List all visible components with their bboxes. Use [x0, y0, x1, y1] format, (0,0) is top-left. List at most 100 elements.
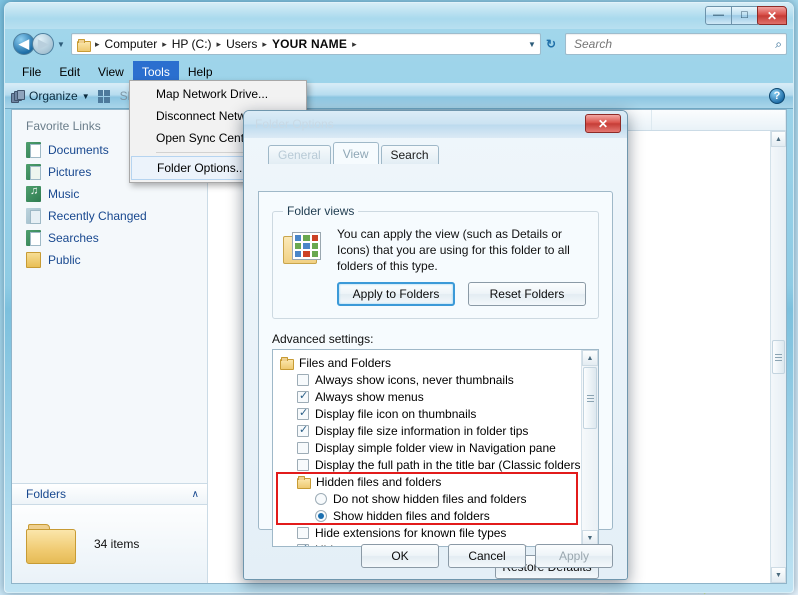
- folder-views-icon: [283, 230, 325, 270]
- sidebar-item-label: Recently Changed: [48, 209, 147, 223]
- menu-view[interactable]: View: [89, 61, 133, 83]
- search-box[interactable]: ⌕: [565, 33, 787, 55]
- scrollbar-grip: [586, 394, 594, 402]
- search-input[interactable]: [572, 36, 776, 52]
- list-item-label: Hidden files and folders: [316, 474, 442, 489]
- scrollbar-track[interactable]: [582, 430, 598, 530]
- advanced-settings-listbox[interactable]: Files and Folders Always show icons, nev…: [272, 349, 599, 547]
- list-item-label: Hide extensions for known file types: [315, 525, 507, 540]
- menu-item-map-network-drive[interactable]: Map Network Drive...: [130, 83, 306, 105]
- list-item-label: Always show menus: [315, 389, 424, 404]
- advanced-settings-scrollbar[interactable]: ▲ ▼: [581, 350, 598, 546]
- tab-general[interactable]: General: [268, 145, 331, 164]
- status-bar: 34 items: [12, 505, 207, 583]
- ok-button[interactable]: OK: [361, 544, 439, 568]
- list-item-label: Display the full path in the title bar (…: [315, 457, 599, 472]
- scroll-up-arrow[interactable]: ▲: [582, 350, 598, 366]
- list-item-display-file-icon-on-thumbnails[interactable]: Display file icon on thumbnails: [273, 405, 581, 422]
- list-item-display-full-path-in-title-bar[interactable]: Display the full path in the title bar (…: [273, 456, 598, 473]
- checkbox[interactable]: [297, 441, 309, 454]
- views-icon: [97, 89, 112, 103]
- breadcrumb-separator: ▸: [162, 38, 167, 49]
- minimize-button[interactable]: —: [705, 6, 732, 25]
- scroll-down-arrow[interactable]: ▼: [771, 567, 786, 583]
- window-titlebar: — □ ✕: [5, 3, 793, 29]
- scroll-up-arrow[interactable]: ▲: [771, 131, 786, 147]
- window-controls: — □ ✕: [705, 6, 787, 25]
- list-item-label: Files and Folders: [299, 355, 392, 370]
- advanced-settings-list: Files and Folders Always show icons, nev…: [273, 350, 598, 546]
- apply-to-folders-button[interactable]: Apply to Folders: [337, 282, 455, 306]
- breadcrumb-separator: ▸: [352, 38, 357, 49]
- breadcrumb-separator: ▸: [216, 38, 222, 49]
- sidebar-item-public[interactable]: Public: [12, 249, 207, 271]
- folder-icon: [280, 357, 294, 370]
- breadcrumb-users[interactable]: Users: [224, 37, 259, 51]
- scrollbar-thumb[interactable]: [583, 367, 597, 429]
- advanced-settings-label: Advanced settings:: [272, 332, 374, 346]
- menu-edit[interactable]: Edit: [50, 61, 89, 83]
- folders-label: Folders: [26, 487, 67, 501]
- checkbox[interactable]: [297, 458, 309, 471]
- address-dropdown-icon[interactable]: ▼: [524, 40, 540, 49]
- list-item-group-hidden-files-and-folders[interactable]: Hidden files and folders: [273, 473, 581, 490]
- scrollbar-track[interactable]: [771, 147, 786, 339]
- help-icon[interactable]: ?: [769, 88, 785, 104]
- checkbox[interactable]: [297, 423, 309, 437]
- maximize-button[interactable]: □: [731, 6, 758, 25]
- breadcrumb-separator: ▸: [262, 38, 267, 49]
- chevron-up-icon: ∧: [191, 488, 199, 500]
- list-item-always-show-menus[interactable]: Always show menus: [273, 388, 581, 405]
- list-item-display-file-size-in-folder-tips[interactable]: Display file size information in folder …: [273, 422, 581, 439]
- view-tab-panel: Folder views You can apply the view (suc…: [258, 191, 613, 579]
- list-item-group-files-and-folders[interactable]: Files and Folders: [273, 354, 581, 371]
- command-toolbar: Organize ▼ Slide Show Burn ?: [5, 83, 793, 109]
- recently-changed-icon: [26, 208, 41, 224]
- sidebar-item-searches[interactable]: Searches: [12, 227, 207, 249]
- views-button[interactable]: [97, 89, 112, 103]
- close-window-button[interactable]: ✕: [757, 6, 787, 25]
- address-bar[interactable]: ▸ Computer ▸ HP (C:) ▸ Users ▸ YOUR NAME…: [71, 33, 541, 55]
- tab-search[interactable]: Search: [380, 145, 439, 164]
- sidebar-item-music[interactable]: Music: [12, 183, 207, 205]
- list-item-display-simple-folder-view[interactable]: Display simple folder view in Navigation…: [273, 439, 581, 456]
- forward-button[interactable]: ▶: [32, 33, 54, 55]
- apply-button: Apply: [535, 544, 613, 568]
- scrollbar-thumb[interactable]: [772, 340, 785, 374]
- sidebar-item-recently-changed[interactable]: Recently Changed: [12, 205, 207, 227]
- tab-view[interactable]: View: [332, 142, 379, 164]
- breadcrumb-your-name[interactable]: YOUR NAME: [270, 37, 349, 51]
- radio-button[interactable]: [315, 509, 327, 522]
- checkbox[interactable]: [297, 373, 309, 386]
- organize-icon: [11, 89, 25, 103]
- organize-button[interactable]: Organize ▼: [11, 89, 90, 103]
- column-header-extra[interactable]: [652, 110, 786, 130]
- reset-folders-button[interactable]: Reset Folders: [468, 282, 586, 306]
- breadcrumb-computer[interactable]: Computer: [103, 37, 160, 51]
- checkbox[interactable]: [297, 406, 309, 420]
- list-item-do-not-show-hidden-files[interactable]: Do not show hidden files and folders: [273, 490, 581, 507]
- sidebar-item-label: Music: [48, 187, 80, 201]
- history-dropdown-icon[interactable]: ▼: [54, 40, 68, 49]
- cancel-button[interactable]: Cancel: [448, 544, 526, 568]
- sidebar-item-label: Public: [48, 253, 81, 267]
- radio-button[interactable]: [315, 492, 327, 505]
- checkbox[interactable]: [297, 526, 309, 539]
- folder-views-legend: Folder views: [287, 204, 355, 218]
- folder-icon: [26, 522, 78, 566]
- folders-pane-toggle[interactable]: Folders ∧: [12, 483, 207, 505]
- checkbox[interactable]: [297, 389, 309, 403]
- list-item-show-hidden-files[interactable]: Show hidden files and folders: [273, 507, 581, 524]
- menu-file[interactable]: File: [13, 61, 50, 83]
- list-item-hide-extensions[interactable]: Hide extensions for known file types: [273, 524, 581, 541]
- dialog-close-button[interactable]: ✕: [585, 114, 621, 133]
- sidebar-item-label: Pictures: [48, 165, 92, 179]
- music-icon: [26, 185, 41, 202]
- refresh-icon[interactable]: ↻: [541, 33, 561, 55]
- scrollbar-track[interactable]: [771, 375, 786, 567]
- list-item-always-show-icons[interactable]: Always show icons, never thumbnails: [273, 371, 581, 388]
- breadcrumb-hp-c[interactable]: HP (C:): [170, 37, 214, 51]
- file-list-scrollbar[interactable]: ▲ ▼: [770, 131, 786, 583]
- list-item-label: Display simple folder view in Navigation…: [315, 440, 556, 455]
- dialog-title: Folder Options: [255, 117, 334, 131]
